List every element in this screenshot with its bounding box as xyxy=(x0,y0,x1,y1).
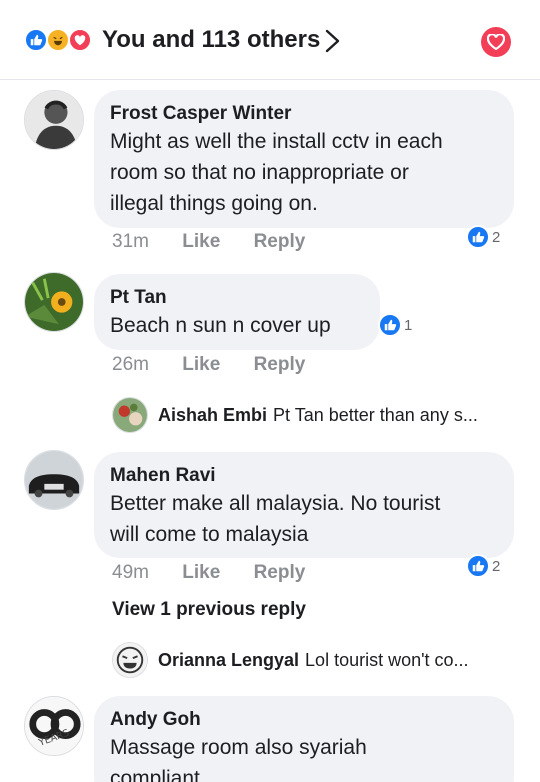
comment-bubble: Frost Casper Winter Might as well the in… xyxy=(94,90,514,228)
love-icon xyxy=(68,28,92,52)
comment-author[interactable]: Mahen Ravi xyxy=(110,464,498,488)
view-previous-reply-link[interactable]: View 1 previous reply xyxy=(112,599,306,621)
like-button[interactable]: Like xyxy=(182,231,220,253)
comment-meta: 26m Like Reply xyxy=(112,354,305,376)
avatar xyxy=(112,642,148,678)
reaction-summary[interactable]: You and 113 others xyxy=(102,26,320,54)
comment-text-line: Better make all malaysia. No tourist xyxy=(110,492,441,515)
reply-button[interactable]: Reply xyxy=(254,231,306,253)
like-icon xyxy=(378,313,402,337)
reply-preview[interactable]: Aishah Embi Pt Tan better than any s... xyxy=(112,397,478,433)
reaction-icons[interactable] xyxy=(24,28,94,52)
reply-text: Pt Tan better than any s... xyxy=(273,404,478,425)
reply-text: Lol tourist won't co... xyxy=(305,649,469,670)
comment-text-line: Beach n sun n cover up xyxy=(110,314,331,337)
reaction-count-number: 1 xyxy=(404,316,413,334)
comment-time: 31m xyxy=(112,231,149,252)
reaction-count-number: 2 xyxy=(492,557,501,575)
reaction-count[interactable]: 1 xyxy=(378,313,412,337)
avatar[interactable]: YEARS xyxy=(24,696,84,756)
reply-author[interactable]: Aishah Embi xyxy=(158,405,267,426)
reaction-count-number: 2 xyxy=(492,228,501,246)
comment-text-line: Might as well the install cctv in each xyxy=(110,130,443,153)
love-button[interactable] xyxy=(481,27,511,57)
comment-bubble: Mahen Ravi Better make all malaysia. No … xyxy=(94,452,514,558)
avatar[interactable] xyxy=(24,90,84,150)
reply-author[interactable]: Orianna Lengyal xyxy=(158,650,299,671)
reactions-header: You and 113 others xyxy=(0,0,540,80)
comment-text-line: illegal things going on. xyxy=(110,192,318,215)
comment-bubble: Andy Goh Massage room also syariah compl… xyxy=(94,696,514,782)
comment-author[interactable]: Pt Tan xyxy=(110,286,364,310)
comment-author[interactable]: Frost Casper Winter xyxy=(110,102,498,126)
avatar xyxy=(112,397,148,433)
comment-text-line: will come to malaysia xyxy=(110,523,309,546)
comment-text-line: room so that no inappropriate or xyxy=(110,161,409,184)
reaction-count[interactable]: 2 xyxy=(466,554,500,578)
comment-author[interactable]: Andy Goh xyxy=(110,708,498,732)
comment-meta: 31m Like Reply xyxy=(112,231,305,253)
reply-button[interactable]: Reply xyxy=(254,562,306,584)
comment-text-line: Massage room also syariah xyxy=(110,736,367,759)
reply-button[interactable]: Reply xyxy=(254,354,306,376)
comment-time: 49m xyxy=(112,562,149,583)
like-icon xyxy=(24,28,48,52)
like-button[interactable]: Like xyxy=(182,354,220,376)
avatar[interactable] xyxy=(24,450,84,510)
heart-icon xyxy=(487,34,505,50)
chevron-right-icon[interactable] xyxy=(322,28,342,54)
like-icon xyxy=(466,225,490,249)
comment-bubble: Pt Tan Beach n sun n cover up xyxy=(94,274,380,350)
comment-meta: 49m Like Reply xyxy=(112,562,305,584)
comment-time: 26m xyxy=(112,354,149,375)
like-button[interactable]: Like xyxy=(182,562,220,584)
comment-text-line: compliant xyxy=(110,767,200,782)
reply-preview[interactable]: Orianna Lengyal Lol tourist won't co... xyxy=(112,642,469,678)
like-icon xyxy=(466,554,490,578)
avatar[interactable] xyxy=(24,272,84,332)
haha-icon xyxy=(46,28,70,52)
reaction-count[interactable]: 2 xyxy=(466,225,500,249)
